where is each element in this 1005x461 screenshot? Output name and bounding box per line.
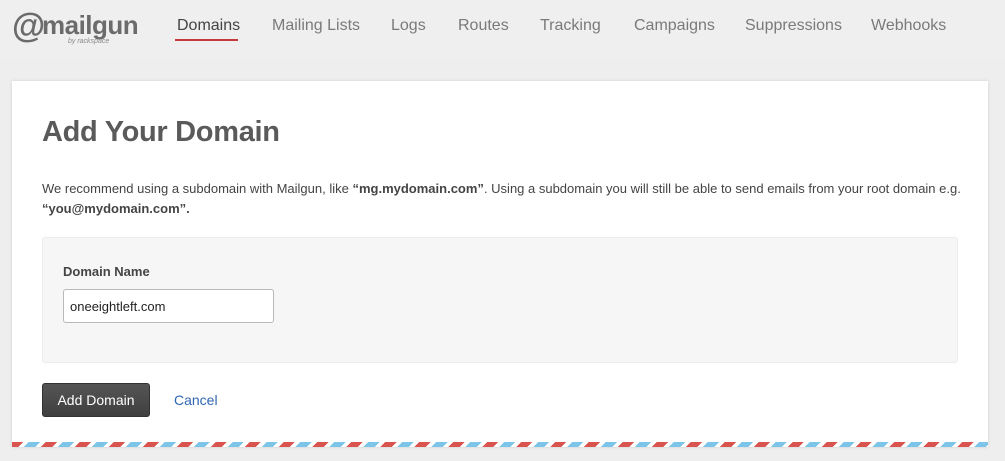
nav-item-domains[interactable]: Domains <box>177 16 240 38</box>
domain-name-input[interactable] <box>63 289 274 323</box>
active-tab-underline <box>175 39 238 41</box>
page-title: Add Your Domain <box>42 116 280 148</box>
cancel-link[interactable]: Cancel <box>174 391 218 409</box>
nav-item-campaigns[interactable]: Campaigns <box>634 16 715 38</box>
nav-item-routes[interactable]: Routes <box>458 16 509 38</box>
airmail-stripe-border <box>12 442 988 447</box>
nav-item-mailing-lists[interactable]: Mailing Lists <box>272 16 360 38</box>
main-nav: Domains Mailing Lists Logs Routes Tracki… <box>0 0 1005 60</box>
desc-text-2: . Using a subdomain you will still be ab… <box>483 181 961 196</box>
desc-example-subdomain: “mg.mydomain.com” <box>352 181 484 196</box>
add-domain-card: Add Your Domain We recommend using a sub… <box>12 81 988 447</box>
domain-form-panel: Domain Name <box>42 237 958 363</box>
nav-item-suppressions[interactable]: Suppressions <box>745 16 842 38</box>
desc-example-root: “you@mydomain.com”. <box>42 201 190 216</box>
nav-item-tracking[interactable]: Tracking <box>540 16 601 38</box>
nav-item-logs[interactable]: Logs <box>391 16 426 38</box>
domain-name-label: Domain Name <box>63 264 150 279</box>
add-domain-button[interactable]: Add Domain <box>42 383 150 417</box>
page-description: We recommend using a subdomain with Mail… <box>42 179 962 219</box>
nav-item-webhooks[interactable]: Webhooks <box>871 16 946 38</box>
top-navigation-bar: @ mailgun by rackspace Domains Mailing L… <box>0 0 1005 60</box>
desc-text-1: We recommend using a subdomain with Mail… <box>42 181 353 196</box>
